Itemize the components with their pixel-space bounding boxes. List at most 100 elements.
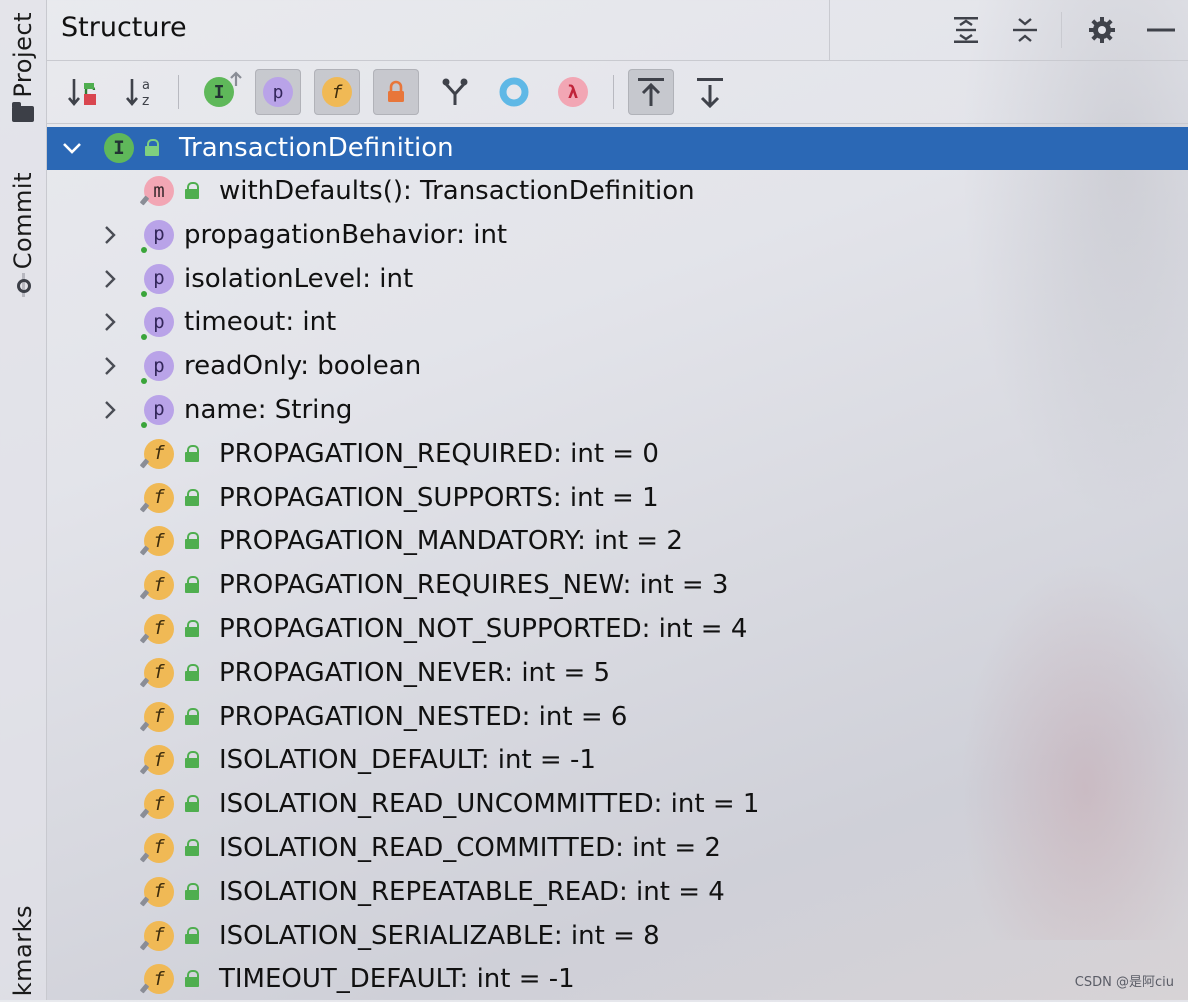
scroll-to-source-icon	[638, 78, 664, 106]
tree-row-label: PROPAGATION_REQUIRES_NEW: int = 3	[219, 570, 729, 601]
chevron-right-icon[interactable]	[99, 309, 121, 335]
sort-alpha-a: a	[142, 78, 150, 93]
sort-by-visibility-button[interactable]	[60, 69, 106, 115]
fields-icon: f	[322, 77, 352, 107]
tree-row-label: ISOLATION_REPEATABLE_READ: int = 4	[219, 876, 725, 907]
tree-row[interactable]: f TIMEOUT_DEFAULT: int = -1	[47, 958, 1188, 1002]
chevron-down-icon[interactable]	[61, 135, 83, 161]
tree-row-label: name: String	[184, 394, 353, 425]
tree-row[interactable]: p propagationBehavior: int	[47, 214, 1188, 258]
public-lock-icon	[184, 970, 200, 988]
public-lock-icon	[144, 139, 160, 156]
property-badge: p	[144, 351, 174, 382]
anonymous-classes-icon	[442, 78, 468, 105]
show-inherited-button[interactable]: I	[196, 69, 242, 115]
tree-row[interactable]: f PROPAGATION_MANDATORY: int = 2	[47, 520, 1188, 564]
header-divider	[829, 0, 830, 60]
tree-row[interactable]: p name: String	[47, 389, 1188, 433]
tree-row-label: timeout: int	[184, 307, 337, 338]
public-dot-icon	[141, 246, 147, 253]
expand-all-button[interactable]	[950, 14, 982, 46]
sort-by-visibility-icon	[68, 79, 96, 107]
interface-badge: I	[104, 133, 134, 163]
tree-row[interactable]: f PROPAGATION_NESTED: int = 6	[47, 696, 1188, 740]
field-icon: f	[141, 964, 174, 996]
tree-row[interactable]: m withDefaults(): TransactionDefinition	[47, 170, 1188, 214]
tree-row-label: TIMEOUT_DEFAULT: int = -1	[219, 964, 575, 995]
tree-row[interactable]: f PROPAGATION_REQUIRED: int = 0	[47, 433, 1188, 477]
pin-icon	[141, 678, 153, 690]
tree-row[interactable]: p isolationLevel: int	[47, 258, 1188, 302]
tree-row-label: ISOLATION_READ_UNCOMMITTED: int = 1	[219, 789, 760, 820]
field-icon: f	[144, 876, 174, 907]
tree-row[interactable]: f ISOLATION_REPEATABLE_READ: int = 4	[47, 871, 1188, 915]
property-icon: p	[141, 263, 174, 297]
tool-tab-bookmarks[interactable]: kmarks	[0, 905, 46, 996]
public-lock-icon	[184, 663, 200, 681]
hide-button[interactable]	[1145, 14, 1177, 46]
public-lock-icon	[184, 576, 200, 594]
tool-tab-project[interactable]: Project	[0, 12, 46, 122]
interface-icon: I	[104, 133, 134, 163]
chevron-right-icon[interactable]	[99, 353, 121, 379]
property-icon: p	[141, 307, 174, 341]
show-non-public-button[interactable]	[373, 69, 419, 115]
collapse-all-button[interactable]	[1009, 14, 1041, 46]
pin-icon	[141, 941, 153, 953]
tree-row[interactable]: p timeout: int	[47, 301, 1188, 345]
tool-tab-commit[interactable]: Commit	[0, 172, 46, 298]
tree-row[interactable]: f PROPAGATION_SUPPORTS: int = 1	[47, 477, 1188, 521]
tree-row-label: withDefaults(): TransactionDefinition	[219, 176, 695, 206]
tree-row[interactable]: f ISOLATION_READ_UNCOMMITTED: int = 1	[47, 783, 1188, 827]
chevron-right-icon[interactable]	[99, 266, 121, 292]
tree-row[interactable]: f ISOLATION_DEFAULT: int = -1	[47, 739, 1188, 783]
show-lambdas-circle-button[interactable]	[491, 69, 537, 115]
show-lambdas-button[interactable]: λ	[550, 69, 596, 115]
chevron-right-icon[interactable]	[99, 222, 121, 248]
property-badge: p	[144, 307, 174, 338]
autoscroll-to-source-button[interactable]	[628, 69, 674, 115]
public-lock-icon	[184, 751, 200, 769]
properties-icon-label: p	[272, 81, 284, 103]
field-icon: f	[144, 745, 174, 776]
tree-row-label: isolationLevel: int	[184, 263, 414, 294]
tree-row[interactable]: f ISOLATION_READ_COMMITTED: int = 2	[47, 827, 1188, 871]
pin-icon	[141, 722, 153, 734]
public-lock-icon	[184, 444, 200, 462]
toolbar-separator	[178, 75, 179, 109]
tree-root-row[interactable]: I TransactionDefinition	[47, 127, 1188, 170]
autoscroll-from-source-button[interactable]	[687, 69, 733, 115]
structure-toolbar: a z I p f λ	[47, 61, 1188, 124]
tree-row[interactable]: f ISOLATION_SERIALIZABLE: int = 8	[47, 915, 1188, 959]
header-divider	[1061, 12, 1062, 48]
public-lock-icon	[184, 532, 200, 550]
settings-button[interactable]	[1086, 14, 1118, 46]
show-anonymous-button[interactable]	[432, 69, 478, 115]
tree-row[interactable]: f PROPAGATION_REQUIRES_NEW: int = 3	[47, 564, 1188, 608]
pin-icon	[141, 984, 153, 996]
tree-row[interactable]: f PROPAGATION_NEVER: int = 5	[47, 652, 1188, 696]
pin-icon	[141, 503, 153, 515]
tree-row-label: propagationBehavior: int	[184, 219, 508, 250]
field-icon: f	[144, 438, 174, 469]
show-fields-button[interactable]: f	[314, 69, 360, 115]
tree-row[interactable]: p readOnly: boolean	[47, 345, 1188, 389]
field-icon: f	[141, 920, 174, 953]
scroll-from-source-icon	[697, 78, 723, 108]
tree-row[interactable]: f PROPAGATION_NOT_SUPPORTED: int = 4	[47, 608, 1188, 652]
property-icon: p	[141, 351, 174, 385]
tree-row-label: PROPAGATION_NEVER: int = 5	[219, 657, 611, 688]
property-badge: p	[144, 394, 174, 425]
collapse-all-icon	[1013, 18, 1037, 42]
show-properties-button[interactable]: p	[255, 69, 301, 115]
inherited-icon-label: I	[213, 81, 225, 103]
tree-root-label: TransactionDefinition	[179, 133, 454, 163]
chevron-right-icon[interactable]	[99, 397, 121, 423]
property-icon: p	[141, 394, 174, 428]
field-icon: f	[144, 789, 174, 820]
structure-tree: I TransactionDefinition m withDefaults():…	[47, 127, 1188, 1002]
public-dot-icon	[141, 334, 147, 341]
field-icon: f	[144, 832, 174, 863]
panel-title: Structure	[61, 12, 187, 43]
sort-alphabetically-button[interactable]: a z	[118, 69, 164, 115]
